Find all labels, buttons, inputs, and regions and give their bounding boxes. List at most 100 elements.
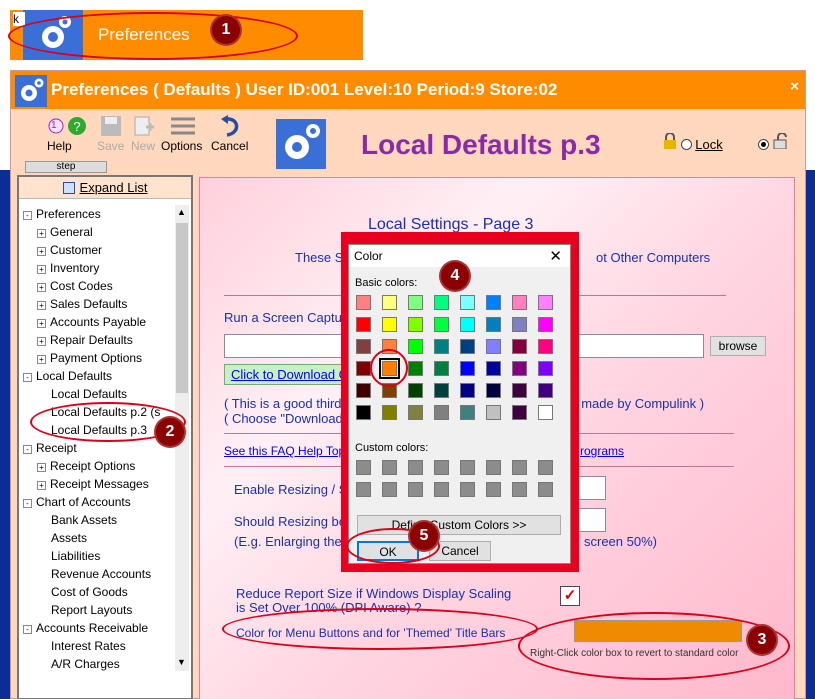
expand-icon[interactable]: +	[37, 265, 46, 274]
tree-item[interactable]: - Local Defaults	[23, 367, 112, 385]
basic-color-swatch[interactable]	[408, 405, 423, 420]
tree-item[interactable]: + Accounts Payable	[37, 313, 146, 331]
reduce-report-checkbox[interactable]: ✓	[560, 586, 580, 606]
basic-color-swatch[interactable]	[408, 317, 423, 332]
options-button[interactable]: Options	[161, 115, 202, 153]
tree-item[interactable]: Revenue Accounts	[51, 565, 151, 583]
basic-color-swatch[interactable]	[512, 295, 527, 310]
tree-item[interactable]: Cost of Goods	[51, 583, 128, 601]
basic-color-swatch[interactable]	[356, 295, 371, 310]
custom-color-swatch[interactable]	[408, 460, 423, 475]
basic-color-swatch[interactable]	[512, 317, 527, 332]
collapse-icon[interactable]: -	[23, 445, 32, 454]
basic-color-swatch[interactable]	[486, 339, 501, 354]
custom-color-swatch[interactable]	[460, 482, 475, 497]
collapse-icon[interactable]: -	[23, 499, 32, 508]
tree-item[interactable]: + Payment Options	[37, 349, 142, 367]
basic-color-swatch[interactable]	[460, 405, 475, 420]
scrollbar-thumb[interactable]	[176, 223, 188, 393]
expand-icon[interactable]: +	[37, 283, 46, 292]
basic-color-swatch[interactable]	[538, 339, 553, 354]
expand-icon[interactable]: +	[37, 481, 46, 490]
tree-item[interactable]: + Sales Defaults	[37, 295, 127, 313]
basic-color-swatch[interactable]	[460, 295, 475, 310]
basic-color-swatch[interactable]	[382, 405, 397, 420]
basic-color-swatch[interactable]	[486, 317, 501, 332]
unlock-radio[interactable]	[757, 139, 769, 150]
custom-color-swatch[interactable]	[356, 482, 371, 497]
custom-color-swatch[interactable]	[486, 482, 501, 497]
custom-color-swatch[interactable]	[382, 482, 397, 497]
browse-button[interactable]: browse	[710, 336, 766, 356]
basic-color-swatch[interactable]	[356, 339, 371, 354]
basic-color-swatch[interactable]	[486, 383, 501, 398]
basic-color-swatch[interactable]	[408, 295, 423, 310]
basic-color-swatch[interactable]	[408, 361, 423, 376]
expand-icon[interactable]: +	[37, 247, 46, 256]
tree-item[interactable]: - Chart of Accounts	[23, 493, 131, 511]
basic-color-swatch[interactable]	[434, 339, 449, 354]
collapse-icon[interactable]: -	[23, 211, 32, 220]
basic-color-swatch[interactable]	[408, 383, 423, 398]
basic-color-swatch[interactable]	[538, 361, 553, 376]
custom-color-swatch[interactable]	[356, 460, 371, 475]
basic-color-swatch[interactable]	[512, 383, 527, 398]
custom-color-swatch[interactable]	[382, 460, 397, 475]
custom-color-swatch[interactable]	[538, 482, 553, 497]
tree-item[interactable]: + Inventory	[37, 259, 99, 277]
basic-color-swatch[interactable]	[538, 317, 553, 332]
custom-color-swatch[interactable]	[512, 482, 527, 497]
basic-color-swatch[interactable]	[486, 295, 501, 310]
basic-color-swatch[interactable]	[356, 383, 371, 398]
custom-color-swatch[interactable]	[434, 482, 449, 497]
custom-color-swatch[interactable]	[538, 460, 553, 475]
lock-radio[interactable]	[680, 139, 692, 150]
tree-item[interactable]: Report Layouts	[51, 601, 132, 619]
custom-color-swatch[interactable]	[512, 460, 527, 475]
step-button[interactable]: step	[25, 161, 107, 173]
collapse-icon[interactable]: -	[23, 373, 32, 382]
expand-icon[interactable]: +	[37, 229, 46, 238]
scroll-up-icon[interactable]: ▲	[177, 207, 186, 217]
save-button[interactable]: Save	[97, 115, 124, 153]
basic-color-swatch[interactable]	[486, 405, 501, 420]
close-icon[interactable]: ×	[790, 78, 799, 95]
custom-color-swatch[interactable]	[408, 482, 423, 497]
tree-item[interactable]: Liabilities	[51, 547, 100, 565]
expand-icon[interactable]: +	[37, 355, 46, 364]
close-icon[interactable]: ✕	[549, 247, 562, 265]
basic-color-swatch[interactable]	[512, 361, 527, 376]
tree-item[interactable]: Local Defaults	[51, 385, 127, 403]
expand-icon[interactable]: +	[37, 301, 46, 310]
tree-item[interactable]: Bank Assets	[51, 511, 117, 529]
basic-color-swatch[interactable]	[382, 295, 397, 310]
cancel-button[interactable]: Cancel	[211, 115, 248, 153]
custom-color-swatch[interactable]	[486, 460, 501, 475]
download-link[interactable]: Click to Download G	[224, 364, 356, 385]
basic-color-swatch[interactable]	[356, 361, 371, 376]
basic-color-swatch[interactable]	[434, 295, 449, 310]
basic-color-swatch[interactable]	[434, 361, 449, 376]
basic-color-swatch[interactable]	[382, 317, 397, 332]
basic-color-swatch[interactable]	[538, 405, 553, 420]
custom-color-swatch[interactable]	[460, 460, 475, 475]
tree-item[interactable]: Interest Rates	[51, 637, 126, 655]
tree-item[interactable]: + Receipt Messages	[37, 475, 149, 493]
basic-color-swatch[interactable]	[538, 295, 553, 310]
basic-color-swatch[interactable]	[538, 383, 553, 398]
tree-item[interactable]: + Repair Defaults	[37, 331, 133, 349]
basic-color-swatch[interactable]	[434, 317, 449, 332]
basic-color-swatch[interactable]	[512, 339, 527, 354]
basic-color-swatch[interactable]	[460, 383, 475, 398]
new-button[interactable]: New	[131, 115, 155, 153]
basic-color-swatch[interactable]	[512, 405, 527, 420]
basic-color-swatch[interactable]	[408, 339, 423, 354]
custom-color-swatch[interactable]	[434, 460, 449, 475]
expand-list-button[interactable]: Expand List	[19, 177, 191, 199]
basic-color-swatch[interactable]	[460, 317, 475, 332]
basic-color-swatch[interactable]	[486, 361, 501, 376]
tree-item[interactable]: A/R Charges	[51, 655, 120, 673]
faq-link-end[interactable]: rograms	[580, 444, 624, 458]
tree-item[interactable]: - Receipt	[23, 439, 77, 457]
tree-item[interactable]: + Customer	[37, 241, 102, 259]
